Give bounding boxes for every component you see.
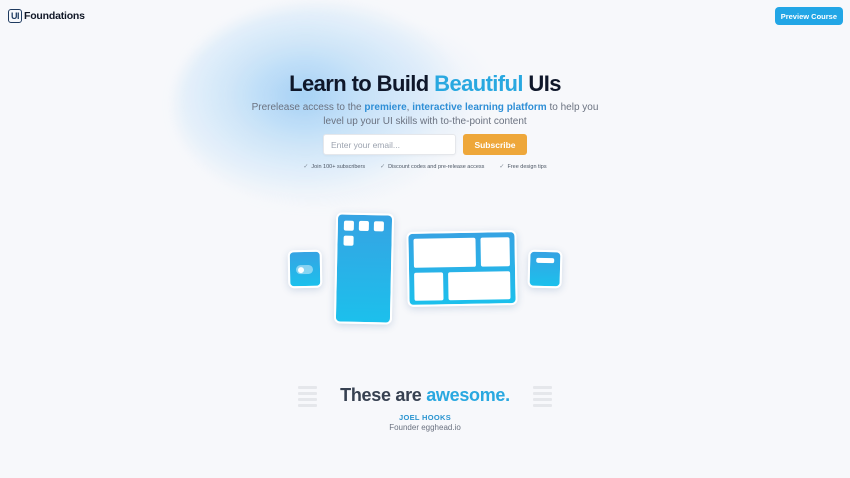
email-input[interactable] bbox=[323, 134, 456, 155]
hero-title: Learn to Build Beautiful UIs bbox=[0, 70, 850, 98]
subtitle-bold-2: interactive learning platform bbox=[412, 102, 547, 113]
perks-list: ✓ Join 100+ subscribers ✓ Discount codes… bbox=[0, 163, 850, 171]
logo[interactable]: UI Foundations bbox=[8, 9, 85, 23]
widget-card bbox=[527, 249, 563, 289]
headline-pre: These are bbox=[340, 385, 427, 405]
check-icon: ✓ bbox=[380, 164, 386, 170]
check-icon: ✓ bbox=[499, 164, 505, 170]
subtitle-part-1: Prerelease access to the bbox=[251, 102, 365, 113]
dashboard-panel bbox=[448, 271, 511, 301]
subscribe-button[interactable]: Subscribe bbox=[463, 134, 527, 155]
perk-label: Free design tips bbox=[507, 163, 547, 170]
toggle-icon bbox=[295, 264, 314, 275]
logo-mark: UI bbox=[8, 9, 22, 23]
perk-item: ✓ Join 100+ subscribers bbox=[303, 163, 366, 171]
site-header: UI Foundations Preview Course bbox=[0, 0, 850, 34]
headline-accent: awesome. bbox=[426, 385, 510, 405]
app-tile-icon bbox=[343, 220, 354, 231]
testimonial-headline: These are awesome. bbox=[0, 385, 850, 406]
check-icon: ✓ bbox=[303, 164, 309, 170]
dashboard-panel bbox=[414, 272, 444, 301]
subtitle-bold-1: premiere bbox=[364, 102, 407, 113]
logo-text: Foundations bbox=[24, 10, 85, 22]
hero-title-pre: Learn to Build bbox=[289, 71, 435, 96]
app-tile-icon bbox=[373, 221, 384, 232]
hero-subtitle: Prerelease access to the premiere, inter… bbox=[245, 101, 605, 128]
hero-title-post: UIs bbox=[522, 71, 561, 96]
preview-course-button[interactable]: Preview Course bbox=[774, 7, 843, 25]
toggle-card bbox=[287, 249, 323, 289]
perk-label: Join 100+ subscribers bbox=[311, 163, 366, 170]
dashboard-panel bbox=[480, 237, 510, 267]
testimonial: These are awesome. JOEL HOOKS Founder eg… bbox=[0, 385, 850, 432]
app-tile-icon bbox=[343, 235, 354, 246]
app-tile-icon bbox=[358, 220, 369, 232]
widget-bar bbox=[536, 257, 555, 264]
dashboard-panel bbox=[413, 237, 476, 268]
signup-form: Subscribe bbox=[323, 134, 527, 155]
hero: Learn to Build Beautiful UIs Prerelease … bbox=[0, 70, 850, 128]
phone-card bbox=[333, 212, 395, 325]
testimonial-author: JOEL HOOKS bbox=[398, 413, 452, 422]
dashboard-card bbox=[406, 230, 518, 307]
perk-item: ✓ Free design tips bbox=[499, 163, 547, 171]
perk-label: Discount codes and pre-release access bbox=[388, 163, 485, 170]
hero-title-accent: Beautiful bbox=[434, 71, 523, 96]
testimonial-role: Founder egghead.io bbox=[389, 423, 461, 432]
perk-item: ✓ Discount codes and pre-release access bbox=[380, 163, 485, 171]
